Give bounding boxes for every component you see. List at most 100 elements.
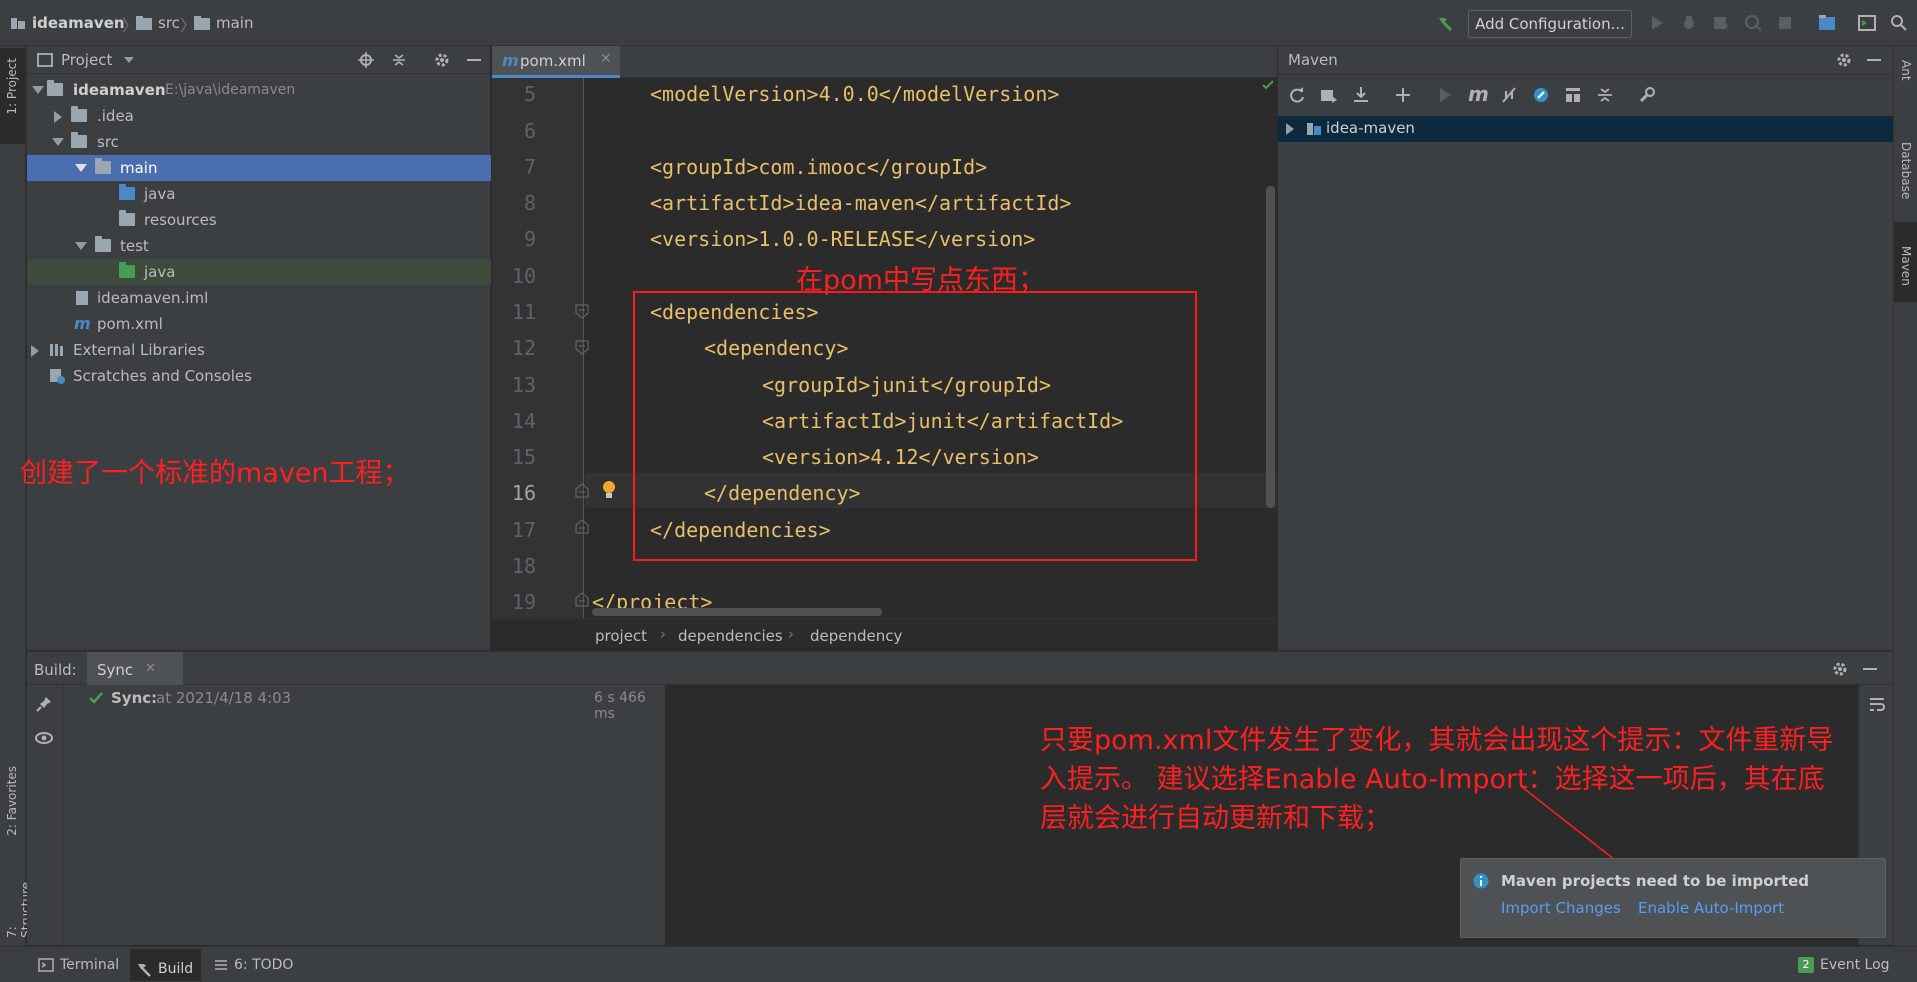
annotation-highlight-box <box>633 291 1197 561</box>
pin-icon[interactable] <box>35 695 53 713</box>
breadcrumb-project[interactable]: ideamaven <box>10 14 125 32</box>
minimize-icon[interactable] <box>467 59 481 61</box>
profile-icon[interactable] <box>1744 14 1762 32</box>
fold-marker-icon[interactable] <box>575 518 589 534</box>
collapse-all-icon[interactable] <box>391 52 407 68</box>
tree-item-scratches[interactable]: Scratches and Consoles <box>27 363 491 389</box>
horizontal-scrollbar[interactable] <box>592 608 882 616</box>
import-changes-link[interactable]: Import Changes <box>1501 899 1621 917</box>
skip-tests-icon[interactable] <box>1532 86 1550 104</box>
tree-item-external-libraries[interactable]: External Libraries <box>27 337 491 363</box>
code-line: <modelVersion>4.0.0</modelVersion> <box>650 82 1060 106</box>
project-icon <box>11 18 25 29</box>
build-panel-header: Build: Sync ✕ <box>27 651 1893 685</box>
breadcrumb-project-tag[interactable]: project <box>595 627 647 645</box>
breadcrumb-main[interactable]: main <box>194 14 253 32</box>
download-icon[interactable] <box>1352 86 1370 104</box>
close-tab-icon[interactable]: ✕ <box>600 51 612 67</box>
todo-tool-button[interactable]: 6: TODO <box>214 957 293 973</box>
success-check-icon <box>89 692 103 704</box>
breadcrumb-dependencies-tag[interactable]: dependencies <box>678 627 783 645</box>
collapse-all-icon[interactable] <box>1596 86 1614 104</box>
tree-item-pom[interactable]: m pom.xml <box>27 311 491 337</box>
tree-item-ideamaven[interactable]: ideamaven E:\java\ideamaven <box>27 77 491 103</box>
search-icon[interactable] <box>1890 14 1908 32</box>
tab-sync[interactable]: Sync ✕ <box>87 652 183 685</box>
vertical-scrollbar[interactable] <box>1266 186 1275 508</box>
gear-icon[interactable] <box>1832 661 1848 677</box>
line-number: 10 <box>511 264 536 288</box>
project-tool-button[interactable]: 1: Project <box>0 48 25 144</box>
terminal-window-icon[interactable] <box>1858 14 1876 32</box>
tree-item-iml[interactable]: ideamaven.iml <box>27 285 491 311</box>
project-view-selector[interactable]: Project <box>61 51 112 69</box>
gear-icon[interactable] <box>434 52 450 68</box>
tree-item-test[interactable]: test <box>27 233 491 259</box>
fold-marker-icon[interactable] <box>575 591 589 607</box>
breadcrumb-dependency-tag[interactable]: dependency <box>810 627 902 645</box>
status-bar: Terminal Build 6: TODO 2 Event Log <box>0 946 1917 982</box>
build-tool-button[interactable]: Build <box>130 949 202 981</box>
code-line: <version>1.0.0-RELEASE</version> <box>650 227 1036 251</box>
fold-marker-icon[interactable] <box>575 482 589 498</box>
chevron-down-icon[interactable] <box>52 138 64 146</box>
enable-auto-import-link[interactable]: Enable Auto-Import <box>1638 899 1784 917</box>
add-configuration-button[interactable]: Add Configuration... <box>1468 10 1632 38</box>
navigation-bar: ideamaven 〉 src 〉 main Add Configuration… <box>0 0 1917 46</box>
minimize-icon[interactable] <box>1867 59 1881 61</box>
sync-result-row[interactable]: Sync: at 2021/4/18 4:03 6 s 466 ms <box>63 685 666 722</box>
tree-item-main[interactable]: main <box>27 155 491 181</box>
chevron-down-icon[interactable] <box>75 164 87 172</box>
lightbulb-icon[interactable] <box>602 480 616 500</box>
eye-icon[interactable] <box>35 729 53 747</box>
ant-tool-button[interactable]: Ant <box>1894 50 1917 100</box>
tree-item-idea[interactable]: .idea <box>27 103 491 129</box>
annotation-project-note: 创建了一个标准的maven工程； <box>20 458 410 489</box>
project-structure-icon[interactable] <box>1818 14 1836 32</box>
soft-wrap-icon[interactable] <box>1868 695 1886 713</box>
terminal-tool-button[interactable]: Terminal <box>38 957 119 973</box>
fold-marker-icon[interactable] <box>575 304 589 320</box>
execute-maven-goal-icon[interactable]: m <box>1468 82 1489 106</box>
gear-icon[interactable] <box>1836 52 1852 68</box>
tree-item-java-test[interactable]: java <box>27 259 491 285</box>
debug-icon[interactable] <box>1680 14 1698 32</box>
show-dependencies-icon[interactable] <box>1564 86 1582 104</box>
add-icon[interactable] <box>1394 86 1412 104</box>
tab-pom-xml[interactable]: m pom.xml ✕ <box>492 46 620 78</box>
chevron-down-icon[interactable] <box>32 86 44 94</box>
chevron-right-icon[interactable] <box>1286 123 1294 135</box>
wrench-icon[interactable] <box>1638 86 1656 104</box>
minimize-icon[interactable] <box>1863 668 1877 670</box>
tree-item-resources[interactable]: resources <box>27 207 491 233</box>
structure-tool-button[interactable]: 7: Structure <box>0 826 33 938</box>
build-hammer-icon[interactable] <box>1436 14 1454 32</box>
tree-item-src[interactable]: src <box>27 129 491 155</box>
coverage-icon[interactable] <box>1712 14 1730 32</box>
chevron-down-icon[interactable] <box>124 57 134 63</box>
maven-tool-button[interactable]: Maven <box>1894 222 1917 302</box>
run-maven-build-icon[interactable] <box>1436 86 1454 104</box>
event-log-count-badge: 2 <box>1798 957 1814 973</box>
close-tab-icon[interactable]: ✕ <box>145 661 156 676</box>
chevron-down-icon[interactable] <box>75 242 87 250</box>
chevron-right-icon[interactable] <box>31 345 39 357</box>
maven-import-notification: Maven projects need to be imported Impor… <box>1460 858 1886 938</box>
reimport-icon[interactable] <box>1288 86 1306 104</box>
fold-marker-icon[interactable] <box>575 340 589 356</box>
line-number: 17 <box>511 518 536 542</box>
event-log-tool-button[interactable]: 2 Event Log <box>1798 957 1890 973</box>
locate-icon[interactable] <box>358 52 374 68</box>
toggle-offline-icon[interactable] <box>1500 86 1518 104</box>
code-line: <artifactId>idea-maven</artifactId> <box>650 191 1072 215</box>
generate-sources-icon[interactable] <box>1320 86 1338 104</box>
chevron-right-icon[interactable] <box>54 111 62 123</box>
breadcrumb-src[interactable]: src <box>136 14 180 32</box>
annotation-import-note-line2: 入提示。 建议选择Enable Auto-Import：选择这一项后，其在底 <box>1040 764 1825 795</box>
database-tool-button[interactable]: Database <box>1894 116 1917 216</box>
stop-icon[interactable] <box>1776 14 1794 32</box>
notification-title: Maven projects need to be imported <box>1501 872 1809 890</box>
run-icon[interactable] <box>1648 14 1666 32</box>
tree-item-java-main[interactable]: java <box>27 181 491 207</box>
maven-project-item[interactable]: idea-maven <box>1278 116 1893 142</box>
